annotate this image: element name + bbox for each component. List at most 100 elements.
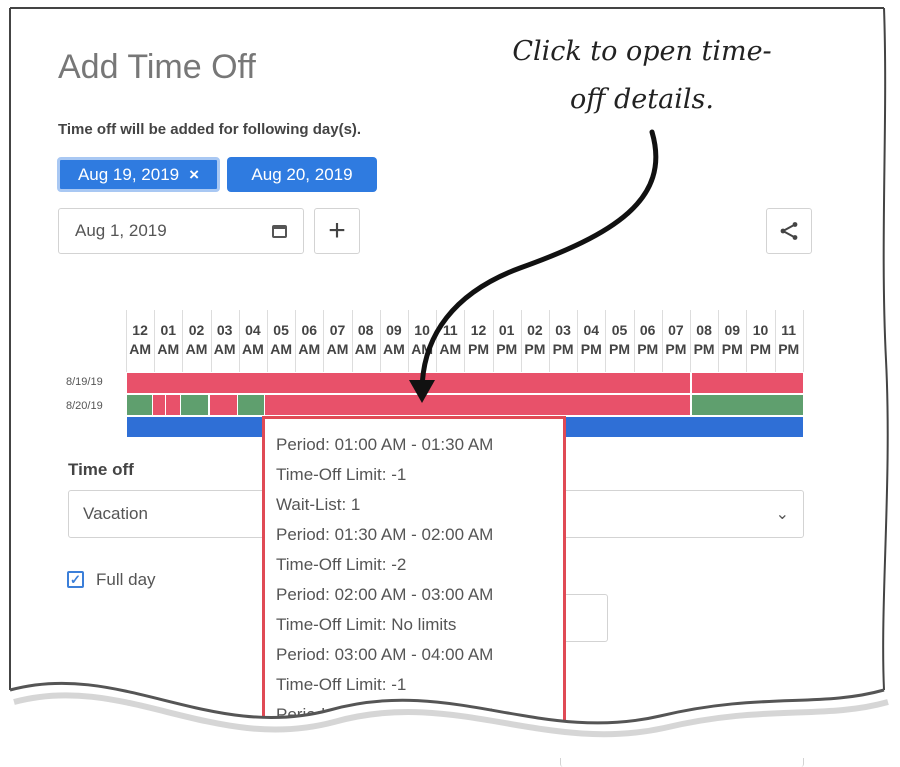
page-title: Add Time Off — [58, 48, 256, 86]
hour-number: 03 — [555, 322, 571, 338]
timeoff-bar-8-19-late[interactable] — [692, 373, 803, 393]
time-input[interactable] — [560, 594, 608, 642]
hour-period: PM — [496, 341, 518, 357]
hour-period: AM — [439, 341, 462, 357]
grid-line — [126, 310, 127, 372]
hour-label: 10 PM — [747, 321, 775, 359]
hour-label: 07 PM — [662, 321, 690, 359]
popup-line: Period: 03:00 AM - 04:00 AM — [276, 645, 494, 664]
hour-number: 02 — [527, 322, 543, 338]
grid-line — [380, 310, 381, 372]
hour-period: AM — [298, 341, 321, 357]
hour-number: 12 — [132, 322, 148, 338]
timeoff-bar-8-19[interactable] — [127, 373, 690, 393]
add-date-button[interactable]: + — [314, 208, 360, 254]
slot-available[interactable] — [238, 395, 264, 415]
dialog-panel: Add Time Off Time off will be added for … — [0, 0, 900, 767]
hour-label: 10 AM — [408, 321, 436, 359]
grid-line — [549, 310, 550, 372]
hour-period: PM — [609, 341, 630, 357]
annotation-line-1: Click to open time- — [512, 36, 772, 67]
hour-label: 12 PM — [465, 321, 493, 359]
hour-period: PM — [468, 341, 489, 357]
popup-line: Period: 01:00 AM - 01:30 AM — [276, 435, 494, 454]
hour-number: 11 — [442, 322, 458, 338]
popup-line: Period: 02:00 AM - 03:00 AM — [276, 585, 494, 604]
grid-line — [295, 310, 296, 372]
time-off-select-value: Vacation — [83, 504, 148, 523]
popup-line: Period: 04:00 AM - 05:00 AM — [276, 705, 494, 724]
hour-period: AM — [383, 341, 405, 357]
grid-line — [267, 310, 268, 372]
hour-number: 07 — [329, 322, 346, 338]
grid-line — [436, 310, 437, 372]
date-chip-aug-20[interactable]: Aug 20, 2019 — [227, 157, 377, 192]
slot-over-limit[interactable] — [166, 395, 180, 415]
hour-number: 09 — [386, 322, 402, 338]
hour-label: 04 AM — [239, 321, 267, 359]
grid-line — [775, 310, 776, 372]
slot-available[interactable] — [127, 395, 152, 415]
hour-period: AM — [185, 341, 208, 357]
calendar-icon[interactable] — [272, 224, 287, 238]
hour-period: AM — [242, 341, 264, 357]
notes-field[interactable] — [560, 727, 804, 767]
grid-line — [493, 310, 494, 372]
popup-line: Period: 01:30 AM - 02:00 AM — [276, 525, 494, 544]
grid-line — [211, 310, 212, 372]
hour-number: 05 — [273, 322, 289, 338]
hour-label: 02 AM — [183, 321, 211, 359]
chevron-down-icon: ⌄ — [775, 506, 789, 523]
frame-right — [882, 7, 889, 691]
date-input[interactable]: Aug 1, 2019 — [58, 208, 304, 254]
hour-label: 07 AM — [324, 321, 352, 359]
popup-line: Time-Off Limit: -2 — [276, 555, 407, 574]
hour-period: PM — [552, 341, 574, 357]
grid-line — [577, 310, 578, 372]
close-icon[interactable]: × — [189, 165, 199, 185]
grid-line — [464, 310, 465, 372]
grid-line — [408, 310, 409, 372]
dialog-subtitle: Time off will be added for following day… — [58, 121, 362, 138]
popup-line: Time-Off Limit: -1 — [276, 675, 407, 694]
hour-number: 11 — [781, 322, 797, 338]
grid-line — [803, 310, 804, 372]
grid-line — [352, 310, 353, 372]
hour-label: 11 AM — [436, 321, 464, 359]
hour-label: 12 AM — [126, 321, 154, 359]
hour-number: 02 — [188, 322, 205, 338]
hour-period: PM — [778, 341, 800, 357]
date-input-value: Aug 1, 2019 — [75, 221, 167, 240]
hour-number: 08 — [357, 322, 374, 338]
chip-label: Aug 19, 2019 — [77, 164, 180, 184]
grid-line — [605, 310, 606, 372]
hour-period: PM — [637, 341, 659, 357]
time-off-details-popup: Period: 01:00 AM - 01:30 AM Time-Off Lim… — [262, 416, 566, 756]
hour-number: 03 — [216, 322, 233, 338]
slot-over-limit[interactable] — [265, 395, 690, 415]
hour-label: 01 AM — [154, 321, 182, 359]
slot-over-limit[interactable] — [210, 395, 237, 415]
row-label-8-19: 8/19/19 — [66, 376, 103, 388]
grid-line — [323, 310, 324, 372]
hour-period: AM — [270, 341, 292, 357]
full-day-checkbox[interactable]: ✓ — [67, 571, 84, 588]
hour-period: PM — [750, 341, 771, 357]
hour-label: 04 PM — [577, 321, 605, 359]
date-chip-aug-19[interactable]: Aug 19, 2019 × — [57, 157, 220, 192]
grid-line — [239, 310, 240, 372]
slot-over-limit[interactable] — [153, 395, 165, 415]
grid-line — [690, 310, 691, 372]
grid-line — [634, 310, 635, 372]
slot-available[interactable] — [692, 395, 803, 415]
share-button[interactable] — [766, 208, 812, 254]
hour-period: PM — [721, 341, 743, 357]
hour-label: 09 PM — [718, 321, 746, 359]
slot-available[interactable] — [181, 395, 208, 415]
hour-label: 09 AM — [380, 321, 408, 359]
grid-line — [746, 310, 747, 372]
hour-number: 05 — [611, 322, 628, 338]
annotation-line-2: off details. — [570, 84, 714, 115]
hour-period: AM — [411, 341, 433, 357]
time-off-label: Time off — [68, 460, 134, 479]
